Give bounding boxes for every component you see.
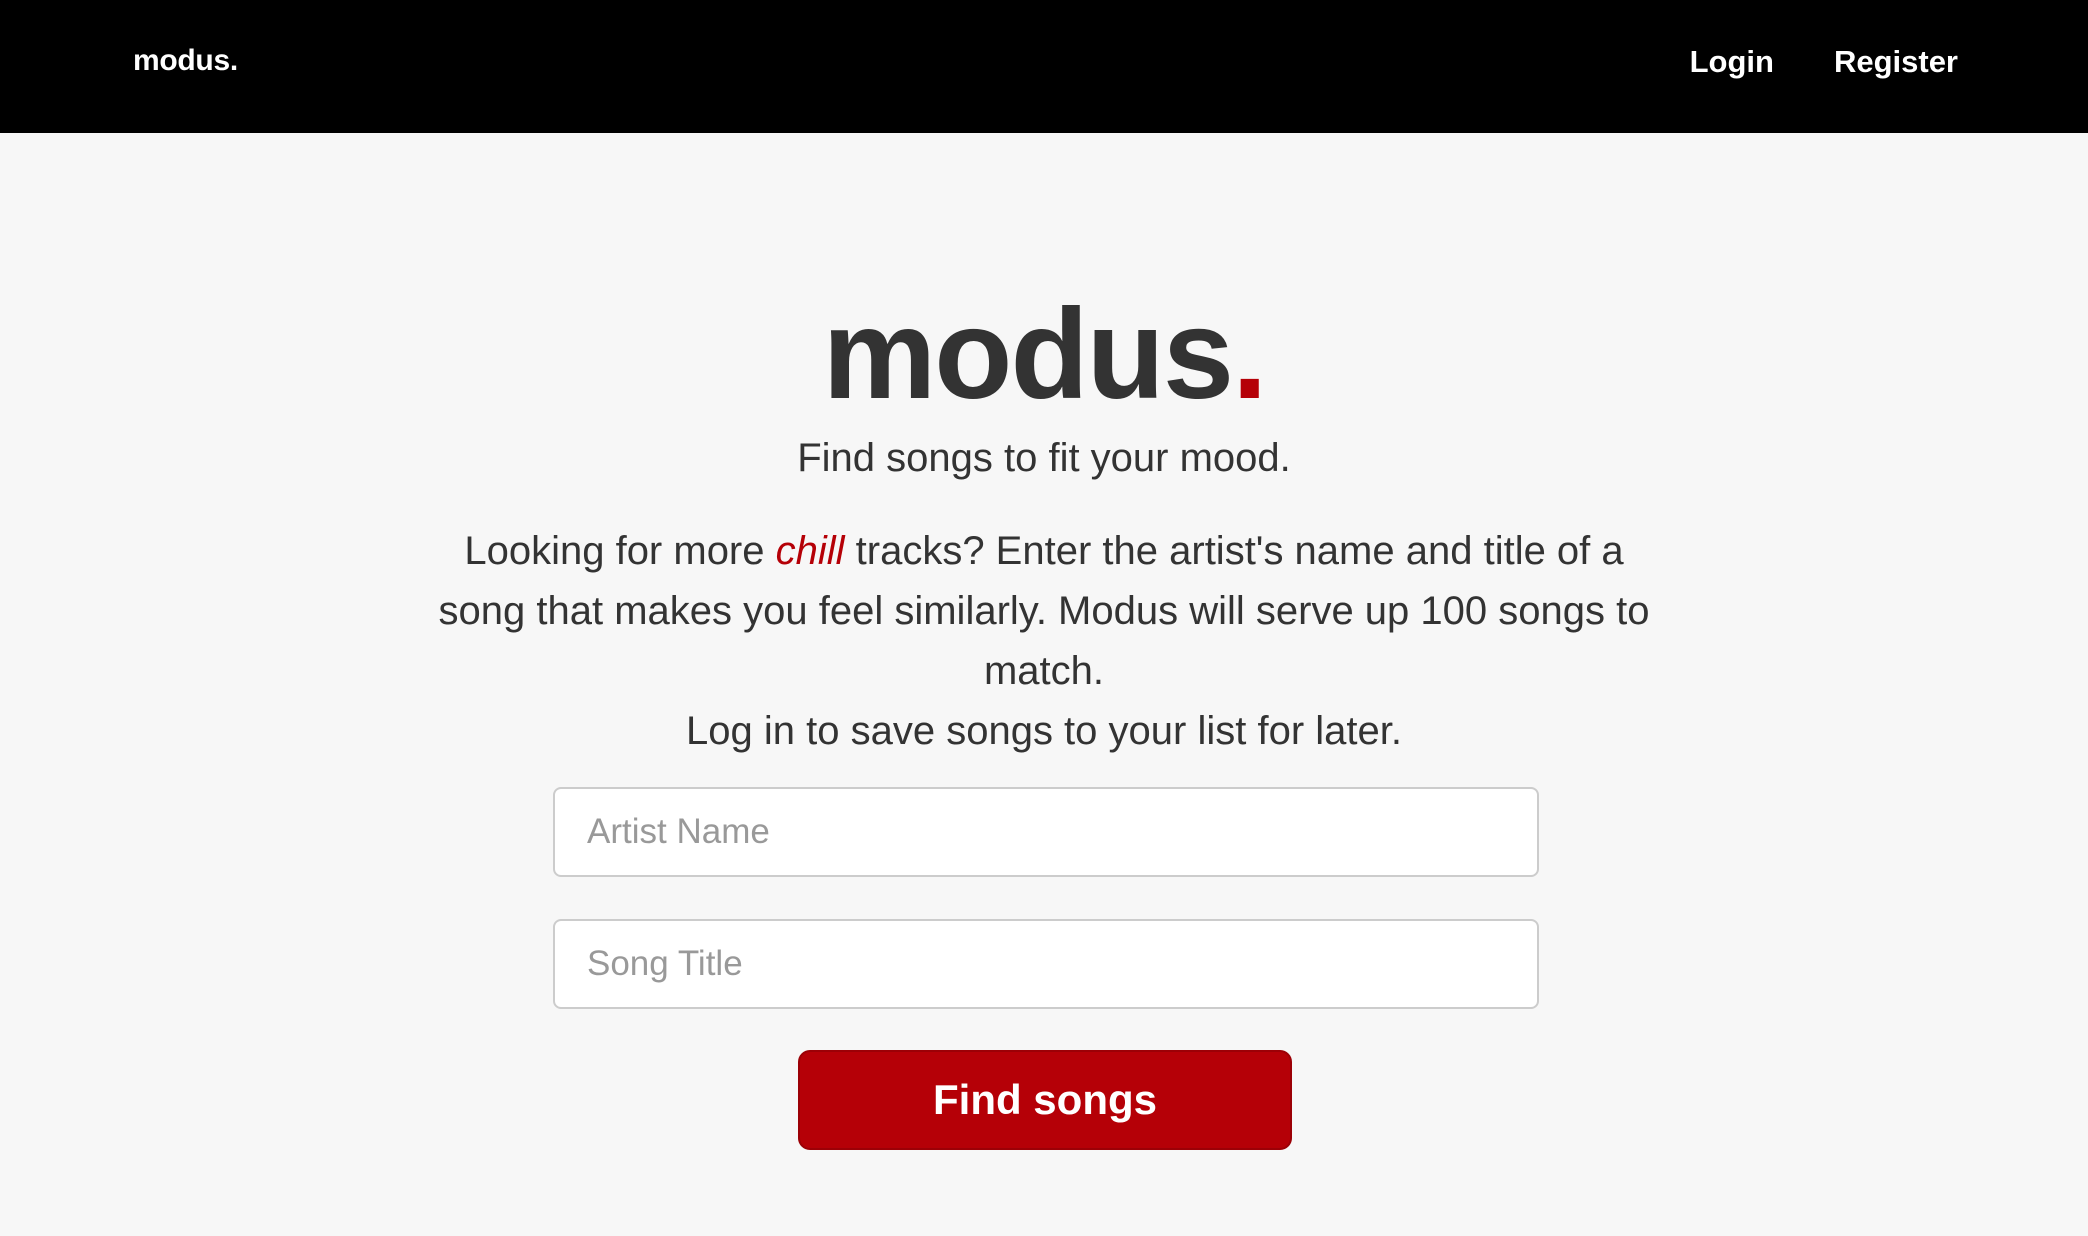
nav-links: Login Register xyxy=(1690,44,1958,80)
song-title-input[interactable] xyxy=(553,919,1539,1009)
artist-name-input[interactable] xyxy=(553,787,1539,877)
tagline: Find songs to fit your mood. xyxy=(797,436,1291,480)
description-text-start: Looking for more xyxy=(464,529,776,573)
register-link[interactable]: Register xyxy=(1834,44,1958,80)
hero-title: modus. xyxy=(0,280,2088,430)
hero-title-dot: . xyxy=(1232,283,1268,426)
navbar: modus. Login Register xyxy=(0,0,2088,133)
description: Looking for more chill tracks? Enter the… xyxy=(434,521,1654,761)
hero-title-text: modus xyxy=(822,283,1234,426)
find-songs-button[interactable]: Find songs xyxy=(798,1050,1292,1150)
mood-emphasis: chill xyxy=(775,529,845,573)
login-link[interactable]: Login xyxy=(1690,44,1774,80)
login-hint: Log in to save songs to your list for la… xyxy=(686,709,1402,753)
description-paragraph: Looking for more chill tracks? Enter the… xyxy=(434,521,1654,701)
hero-section: modus. Find songs to fit your mood. Look… xyxy=(0,133,2088,1236)
brand-logo-link[interactable]: modus. xyxy=(133,44,238,78)
